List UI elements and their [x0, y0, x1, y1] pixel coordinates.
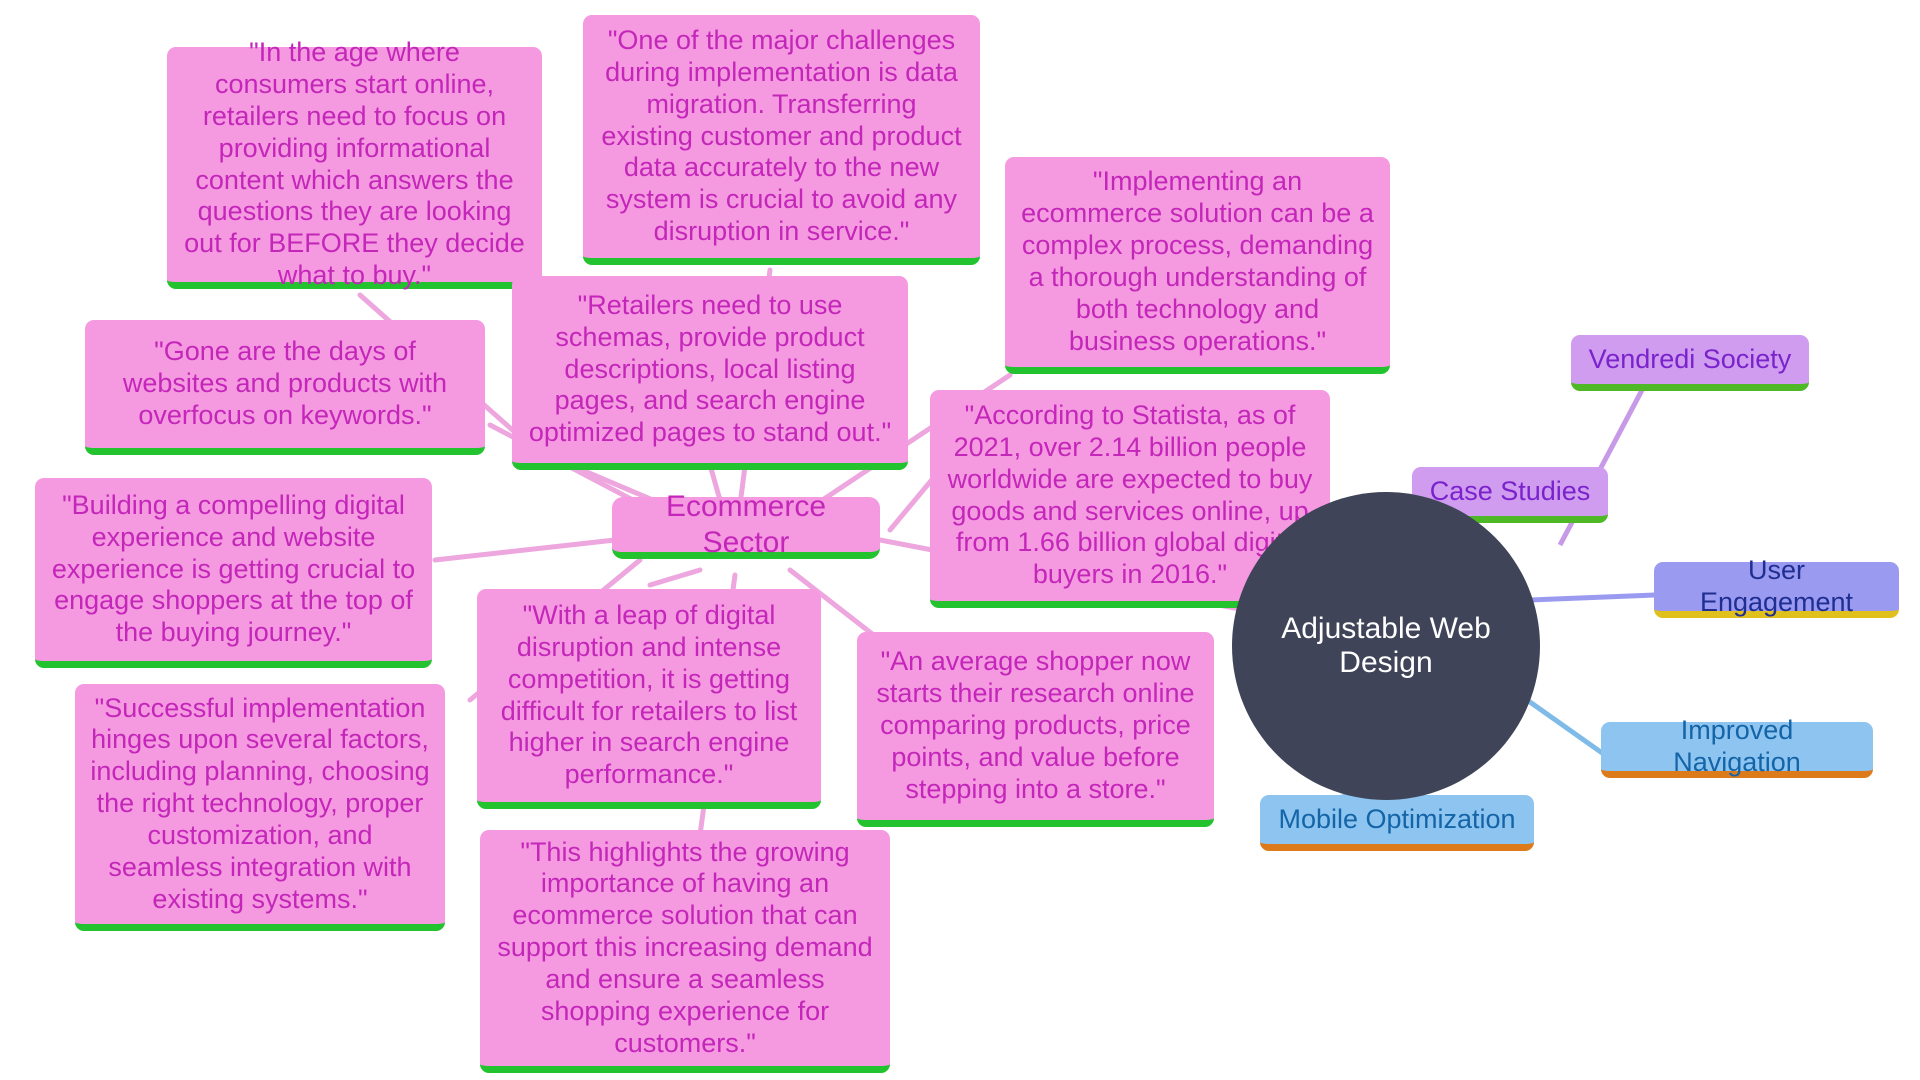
- edge-center-improved-navigation: [1518, 692, 1607, 758]
- quote-node-q10[interactable]: "An average shopper now starts their res…: [857, 632, 1214, 827]
- quote-node-q9-label: "With a leap of digital disruption and i…: [500, 599, 798, 790]
- quote-node-q5-label: "Retailers need to use schemas, provide …: [528, 289, 892, 448]
- quote-node-q8[interactable]: "Successful implementation hinges upon s…: [75, 684, 445, 931]
- branch-node-user-engagement[interactable]: User Engagement: [1654, 555, 1899, 618]
- branch-node-vendredi-society[interactable]: Vendredi Society: [1571, 335, 1809, 391]
- branch-node-improved-navigation[interactable]: Improved Navigation: [1601, 715, 1873, 778]
- quote-node-q8-label: "Successful implementation hinges upon s…: [90, 692, 430, 914]
- branch-node-user-engagement-label: User Engagement: [1699, 554, 1854, 617]
- branch-node-improved-navigation-label: Improved Navigation: [1673, 714, 1801, 777]
- edge-hub-q7: [432, 537, 618, 563]
- edge-hub-q9: [647, 567, 703, 588]
- branch-node-mobile-optimization[interactable]: Mobile Optimization: [1260, 795, 1534, 851]
- branch-node-vendredi-society-label: Vendredi Society: [1588, 343, 1792, 374]
- quote-node-q3-label: "Implementing an ecommerce solution can …: [1021, 166, 1374, 356]
- mindmap-canvas: "In the age where consumers start online…: [0, 0, 1920, 1080]
- branch-node-case-studies-label: Case Studies: [1429, 475, 1591, 506]
- quote-node-q4-label: "Gone are the days of websites and produ…: [122, 336, 448, 430]
- quote-node-q11-label: "This highlights the growing importance …: [497, 836, 873, 1058]
- hub-node-ecommerce-sector[interactable]: Ecommerce Sector: [612, 490, 880, 559]
- hub-node-label: Ecommerce Sector: [665, 490, 827, 559]
- quote-node-q9[interactable]: "With a leap of digital disruption and i…: [477, 589, 821, 809]
- quote-node-q2-label: "One of the major challenges during impl…: [601, 25, 962, 247]
- center-node-adjustable-web-design[interactable]: Adjustable Web Design: [1232, 492, 1540, 800]
- quote-node-q2[interactable]: "One of the major challenges during impl…: [583, 15, 980, 265]
- quote-node-q5[interactable]: "Retailers need to use schemas, provide …: [512, 276, 908, 470]
- quote-node-q1[interactable]: "In the age where consumers start online…: [167, 37, 542, 290]
- quote-node-q7-label: "Building a compelling digital experienc…: [51, 489, 416, 648]
- quote-node-q11[interactable]: "This highlights the growing importance …: [480, 830, 890, 1073]
- quote-node-q10-label: "An average shopper now starts their res…: [876, 646, 1195, 804]
- quote-node-q3[interactable]: "Implementing an ecommerce solution can …: [1005, 157, 1390, 374]
- quote-node-q7[interactable]: "Building a compelling digital experienc…: [35, 478, 432, 668]
- quote-node-q1-label: "In the age where consumers start online…: [184, 37, 525, 291]
- edge-center-user-engagement: [1529, 592, 1656, 603]
- branch-node-mobile-optimization-label: Mobile Optimization: [1278, 803, 1516, 834]
- center-node-label: Adjustable Web Design: [1281, 612, 1491, 679]
- quote-node-q4[interactable]: "Gone are the days of websites and produ…: [85, 320, 485, 455]
